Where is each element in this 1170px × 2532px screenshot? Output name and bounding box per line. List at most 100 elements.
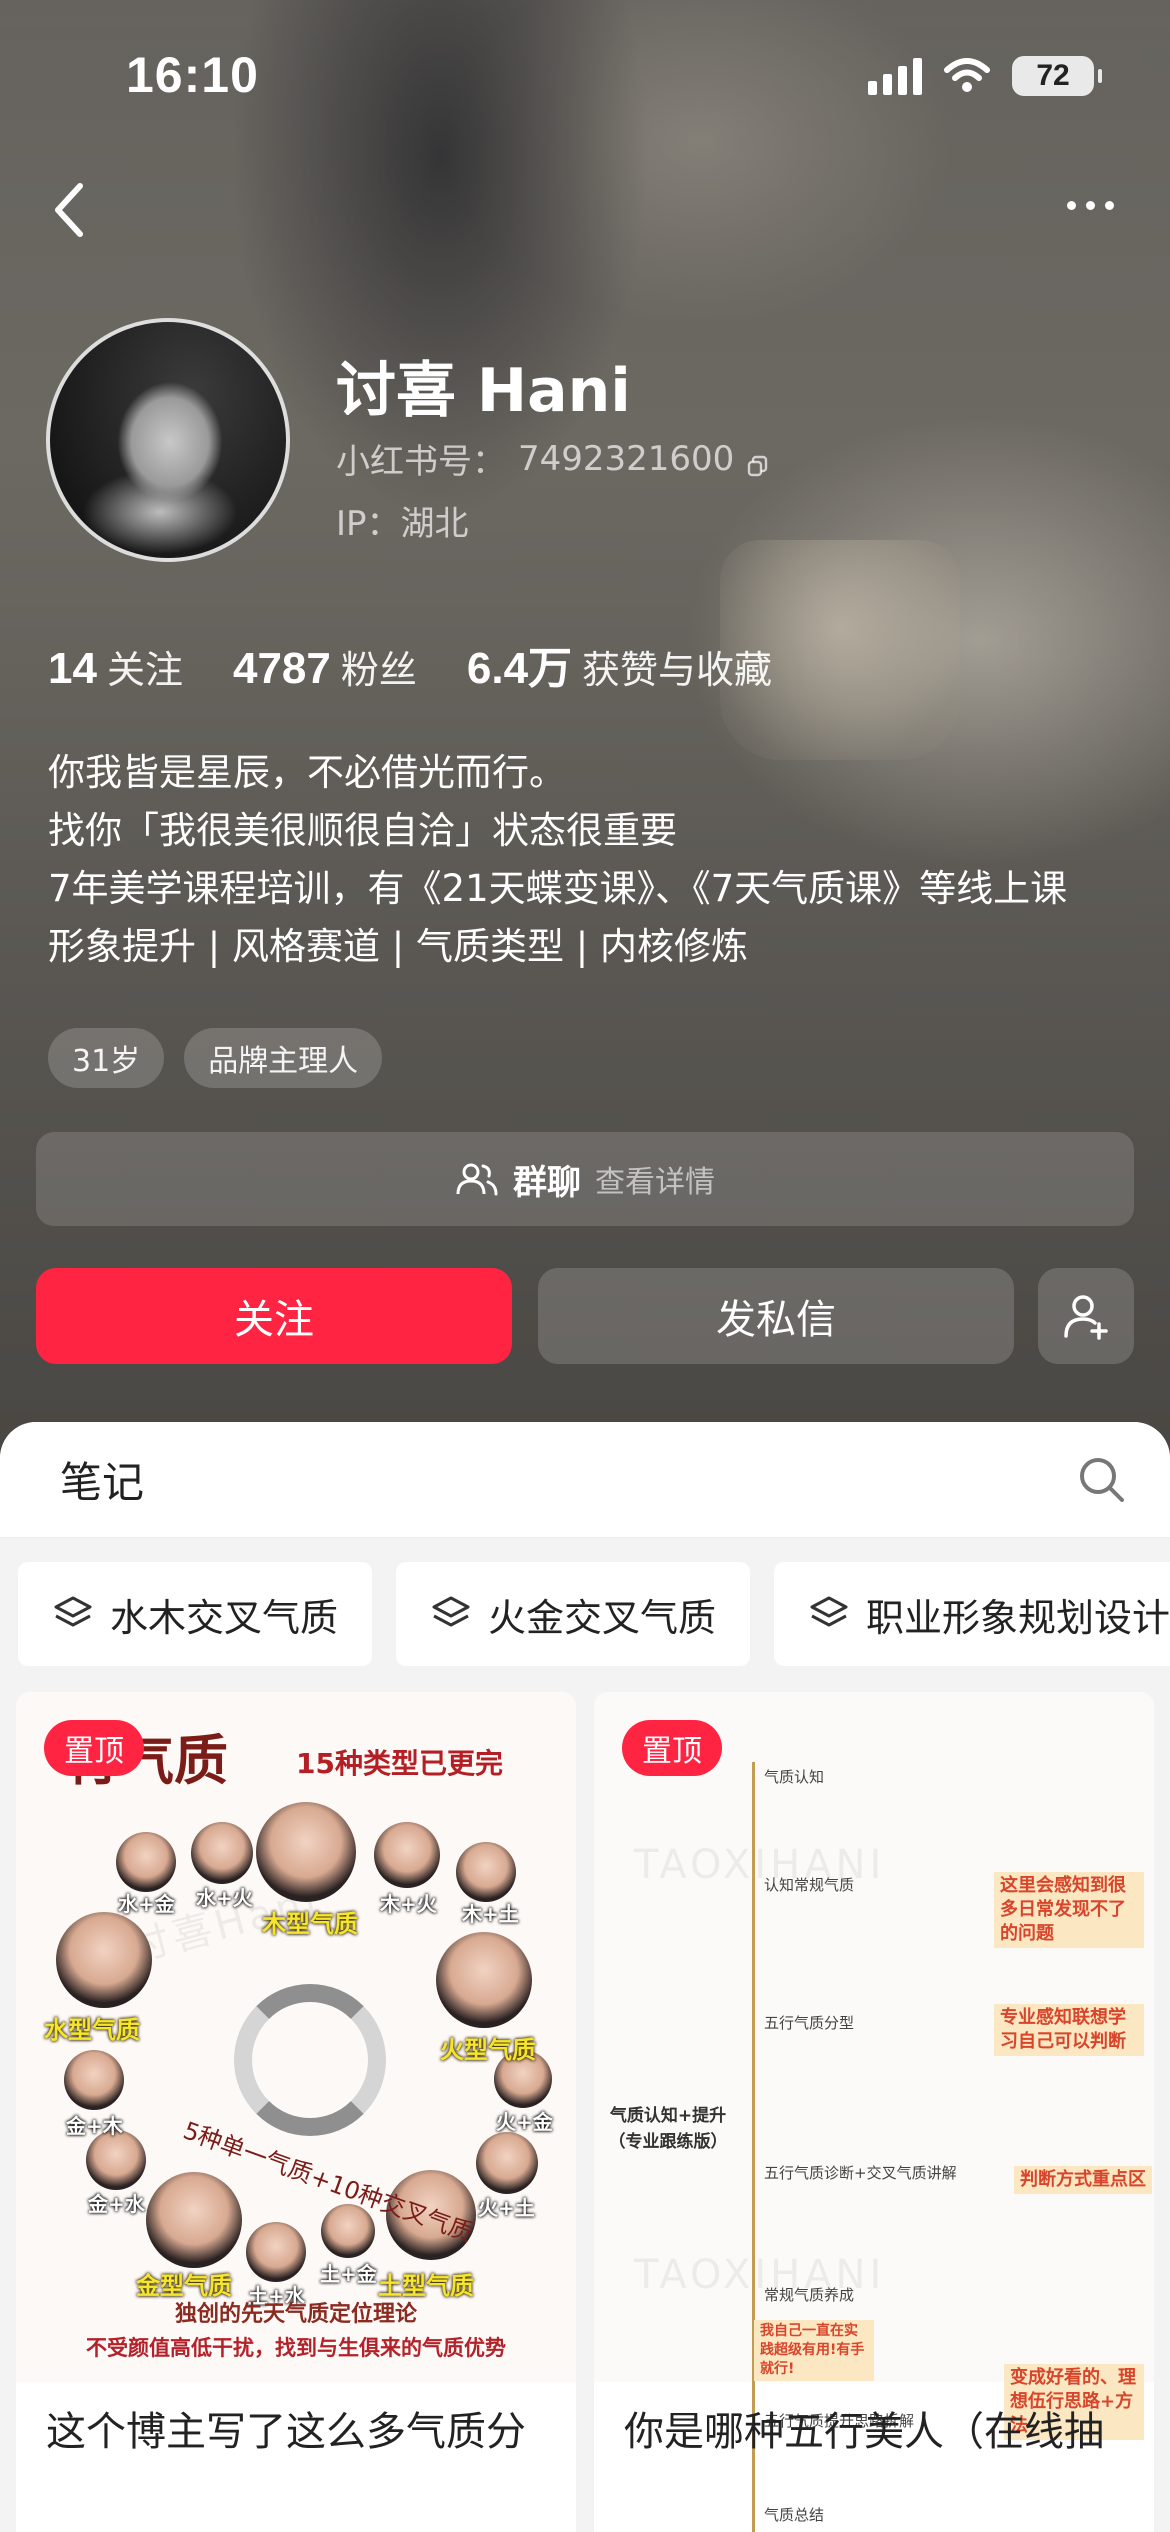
type-label: 火+金	[496, 2110, 553, 2134]
background-overlay	[0, 0, 1170, 1460]
type-label: 金+水	[88, 2192, 145, 2216]
mindmap-node: 常规气质养成	[764, 2286, 855, 2304]
portrait	[86, 2130, 146, 2190]
profile-tags: 31岁 品牌主理人	[48, 1028, 383, 1088]
group-chat-label: 群聊	[513, 1162, 581, 1203]
stack-icon	[54, 1596, 92, 1627]
mindmap-root: 气质认知+提升	[608, 2104, 728, 2128]
portrait	[476, 2132, 538, 2194]
copy-icon[interactable]	[746, 447, 770, 476]
mindmap-root-line: 气质认知+提升	[609, 2106, 727, 2126]
portrait	[374, 1822, 440, 1888]
mindmap-node: 认知常规气质	[764, 1876, 855, 1894]
collection-item[interactable]: 职业形象规划设计	[774, 1562, 1170, 1666]
tag-age: 31岁	[48, 1028, 165, 1088]
portrait	[116, 1832, 176, 1892]
stat-label: 粉丝	[340, 648, 417, 692]
mindmap-highlight: 我自己一直在实践超级有用!有手就行!	[754, 2320, 874, 2381]
mindmap-highlight: 判断方式重点区	[1014, 2166, 1152, 2194]
pinned-badge: 置顶	[44, 1720, 144, 1776]
poster-footer-line: 不受颜值高低干扰，找到与生俱来的气质优势	[86, 2336, 506, 2360]
more-icon-dot	[1104, 200, 1114, 210]
mindmap-node: 五行气质分型	[764, 2014, 855, 2032]
cellular-signal-icon	[868, 57, 922, 95]
type-label: 木+土	[462, 1902, 519, 1926]
poster-footer-line: 独创的先天气质定位理论	[174, 2302, 417, 2327]
profile-header-background	[0, 0, 1170, 1460]
pinned-badge: 置顶	[622, 1720, 722, 1776]
portrait	[56, 1912, 152, 2008]
type-label: 水+火	[196, 1886, 253, 1910]
mindmap-node: 气质认知	[764, 1768, 825, 1786]
portrait	[146, 2172, 242, 2268]
type-label: 木型气质	[262, 1910, 358, 1938]
status-icons: 72	[868, 54, 1102, 98]
collections-row: 水木交叉气质 火金交叉气质 职业形象规划设计	[18, 1562, 1170, 1666]
wifi-icon	[944, 58, 990, 92]
type-label: 火+土	[478, 2196, 535, 2220]
mindmap-node: 气质总结	[764, 2506, 825, 2524]
portrait	[256, 1802, 356, 1902]
battery-icon: 72	[1012, 56, 1102, 96]
collection-label: 火金交叉气质	[488, 1595, 717, 1640]
stat-number: 4787	[232, 644, 331, 693]
tag-occupation: 品牌主理人	[184, 1028, 383, 1088]
poster-subtitle: 15种类型已更完	[296, 1747, 503, 1780]
add-friend-icon	[1064, 1295, 1108, 1340]
id-label: 小红书号：	[336, 442, 506, 482]
group-chat-button[interactable]: 群聊 查看详情	[36, 1132, 1134, 1226]
back-button[interactable]	[44, 170, 104, 250]
group-icon	[456, 1163, 498, 1196]
more-icon-dot	[1085, 200, 1095, 210]
stat-number: 14	[48, 644, 97, 693]
type-label: 水+金	[118, 1892, 175, 1916]
bio-line: 形象提升 | 风格赛道 | 气质类型 | 内核修炼	[48, 925, 748, 968]
type-label: 火型气质	[440, 2036, 536, 2064]
bio-line: 7年美学课程培训，有《21天蝶变课》、《7天气质课》等线上课	[48, 867, 1068, 910]
mindmap-node: 五行气质诊断+交叉气质讲解	[764, 2164, 957, 2182]
profile-name: 讨喜 Hani	[336, 356, 631, 426]
bio-line: 找你「我很美很顺很自洽」状态很重要	[48, 809, 677, 852]
stack-icon	[432, 1596, 470, 1627]
notes-header: 笔记	[0, 1422, 1170, 1538]
status-time: 16:10	[126, 47, 259, 103]
add-friend-button[interactable]	[1038, 1268, 1134, 1364]
stat-label: 关注	[106, 648, 183, 692]
type-label: 水型气质	[44, 2016, 140, 2044]
avatar[interactable]	[46, 318, 290, 562]
more-icon	[1066, 200, 1076, 210]
portrait	[191, 1822, 253, 1884]
rednote-id: 小红书号： 7492321600	[336, 434, 770, 483]
portrait	[64, 2050, 124, 2110]
stack-icon	[810, 1596, 848, 1627]
mindmap-root-sub: （专业跟练版）	[608, 2132, 728, 2152]
collection-item[interactable]: 水木交叉气质	[18, 1562, 373, 1666]
type-label: 金+木	[66, 2114, 123, 2138]
portrait	[246, 2222, 306, 2282]
portrait	[456, 1842, 516, 1902]
profile-stats: 14 关注 4787 粉丝 6.4万 获赞与收藏	[48, 632, 772, 696]
tab-notes[interactable]: 笔记	[60, 1449, 144, 1510]
collection-item[interactable]: 火金交叉气质	[396, 1562, 751, 1666]
cycle-arrows-graphic	[234, 1984, 386, 2136]
note-title: 这个博主写了这么多气质分	[46, 2409, 526, 2455]
note-card[interactable]: 置顶 讨喜Hani 行气质 15种类型已更完 水+金 水+火 木型气质 木+火	[16, 1692, 576, 2532]
type-label: 木+火	[380, 1892, 437, 1916]
stat-followers[interactable]: 4787 粉丝	[233, 639, 417, 694]
mindmap-highlight: 专业感知联想学习自己可以判断	[994, 2004, 1144, 2056]
group-chat-detail: 查看详情	[595, 1165, 715, 1200]
stat-likes-collects[interactable]: 6.4万 获赞与收藏	[467, 632, 772, 696]
ip-location: IP：湖北	[336, 504, 469, 544]
message-button[interactable]: 发私信	[538, 1268, 1014, 1364]
stat-label: 获赞与收藏	[582, 648, 773, 692]
note-title: 你是哪种五行美人（在线抽	[624, 2409, 1104, 2455]
note-cover-image: TAOXIHANI TAOXIHANI 气质认知+提升 （专业跟练版） 气质认知…	[594, 1692, 1154, 2532]
id-value: 7492321600	[518, 438, 735, 479]
more-options-button[interactable]	[1050, 180, 1130, 230]
stat-number: 6.4万	[466, 644, 573, 693]
stat-following[interactable]: 14 关注	[48, 639, 183, 694]
follow-button[interactable]: 关注	[36, 1268, 512, 1364]
type-label: 土+金	[320, 2262, 377, 2286]
note-card[interactable]: 置顶 TAOXIHANI TAOXIHANI 气质认知+提升 （专业跟练版） 气…	[594, 1692, 1154, 2532]
search-icon[interactable]	[1076, 1454, 1128, 1506]
